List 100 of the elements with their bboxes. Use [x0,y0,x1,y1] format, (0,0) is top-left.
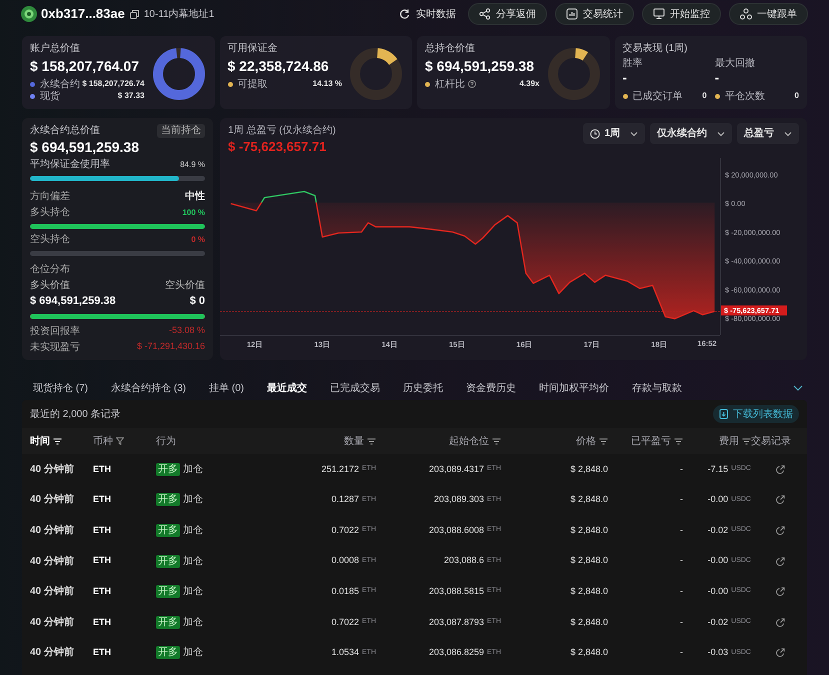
table-cell-text: 251.2172 [321,462,359,476]
table-cell-text: $ 2,848.0 [570,493,608,506]
table-cell-text: -7.15 [708,462,728,476]
column-header[interactable]: 行为 [156,434,176,448]
header-button[interactable]: 开始监控 [642,3,721,25]
metric-value: $ 0 [190,294,205,309]
tab[interactable]: 现货持仓 (7) [33,380,88,396]
metric-value: 0 % [191,234,205,246]
table-cell-text: $ 2,848.0 [570,462,608,476]
column-header[interactable]: 时间 [30,434,50,448]
tab[interactable]: 存款与取款 [632,380,682,396]
table-cell-text: -0.00 [708,554,728,568]
stat-value: - [622,70,628,86]
header-button[interactable]: 一键跟单 [729,3,808,25]
column-header[interactable]: 起始仓位 [449,434,489,448]
chevron-down-icon [793,384,803,392]
metric-label: 投资回报率 [30,324,80,338]
table-cell-text: - [680,616,683,629]
table-cell-text: 203,089.4317 [428,462,484,476]
chevron-down-icon [630,130,638,138]
filter-dropdown[interactable]: 总盈亏 [737,123,799,144]
tab[interactable]: 时间加权平均价 [539,380,609,396]
legend-label: 杠杆比 [435,78,465,92]
metric-label: 多头价值 [30,278,70,293]
sort-icon [53,438,62,444]
tab[interactable]: 挂单 (0) [209,380,244,396]
filter-dropdown[interactable]: 仅永续合约 [650,123,732,144]
tab[interactable]: 资金费历史 [466,380,516,396]
record-count: 最近的 2,000 条记录 [30,408,121,422]
table-cell-text: ETH [93,616,111,629]
filter-dropdown[interactable]: 1周 [583,123,645,144]
table-cell-text: 40 分钟前 [30,524,74,538]
header-button[interactable]: 交易统计 [555,3,634,25]
card-title: 交易表现 (1周) [622,42,688,55]
card-title: 总持仓价值 [425,42,476,55]
table-cell-text: 加仓 [183,492,203,508]
table-cell-text: - [680,524,683,537]
column-header[interactable]: 数量 [344,434,364,448]
download-icon [719,409,729,419]
sort-icon [674,438,683,444]
wallet-address: 0xb317...83ae [41,5,125,24]
table-cell-text: $ 2,848.0 [570,584,608,598]
column-header[interactable]: 费用 [719,434,739,448]
metric-label: 未实现盈亏 [30,340,80,354]
table-cell-text: $ 2,848.0 [570,554,608,568]
metric-label: 多头持仓 [30,206,70,220]
metric-value: $ 694,591,259.38 [30,294,116,309]
table-cell-text: - [680,584,683,598]
tab[interactable]: 最近成交 [267,380,307,396]
legend-value: 14.13 % [312,78,342,90]
bar-chart-icon [566,8,578,20]
side-tag: 开多 [156,585,180,598]
header-button[interactable]: 分享返佣 [468,3,547,25]
tab[interactable]: 已完成交易 [330,380,380,396]
table-cell-text: 加仓 [183,646,203,660]
monitor-icon [653,8,665,20]
table-cell-text: $ 2,848.0 [570,524,608,537]
table-cell-text: 203,088.6 [444,554,484,568]
column-header[interactable]: 交易记录 [751,434,791,448]
column-header[interactable]: 币种 [93,434,113,448]
legend-value: $ 37.33 [118,90,144,102]
table-cell-text: ETH [93,493,111,506]
table-cell-text: 加仓 [183,554,203,569]
donut-chart [150,46,206,102]
legend-value: $ 158,207,726.74 [82,78,144,90]
tab[interactable]: 永续合约持仓 (3) [111,380,186,396]
tab[interactable]: 历史委托 [403,380,443,396]
position-badge: 当前持仓 [157,124,205,138]
refresh-icon [399,8,411,20]
sort-icon [599,438,608,444]
header-button[interactable]: 实时数据 [395,3,460,25]
chart-title: 1周 总盈亏 (仅永续合约) [228,124,336,138]
legend-value: 0 [794,90,799,102]
avatar-icon [21,6,37,22]
table-cell-text: 203,089.303 [434,493,484,506]
external-link-icon [776,648,785,658]
chart-value: $ -75,623,657.71 [228,138,328,156]
table-cell-text: - [680,646,683,660]
filter-icon [116,437,124,445]
metric-value: $ -71,291,430.16 [136,340,205,354]
column-header[interactable]: 价格 [576,434,596,448]
download-button[interactable]: 下载列表数据 [713,405,799,423]
table-cell-text: 0.7022 [331,524,359,537]
table-cell-text: 40 分钟前 [30,646,74,660]
card-value: $ 694,591,259.38 [425,57,535,76]
card-value: $ 22,358,724.86 [228,57,330,76]
column-header[interactable]: 已平盈亏 [631,434,671,448]
side-tag: 开多 [156,616,180,629]
table-cell-text: 加仓 [183,462,203,477]
table-cell-text: 加仓 [183,524,203,538]
table-cell-text: 203,087.8793 [428,616,484,629]
side-tag: 开多 [156,524,180,537]
clock-icon [590,128,600,138]
chevron-down-icon [717,130,725,138]
legend-label: 平仓次数 [724,90,765,104]
external-link-icon [776,556,785,566]
metric-value: 100 % [182,206,205,218]
table-cell-text: ETH [93,524,111,537]
table-cell-text: 0.7022 [331,616,359,629]
legend-label: 可提取 [238,78,268,92]
